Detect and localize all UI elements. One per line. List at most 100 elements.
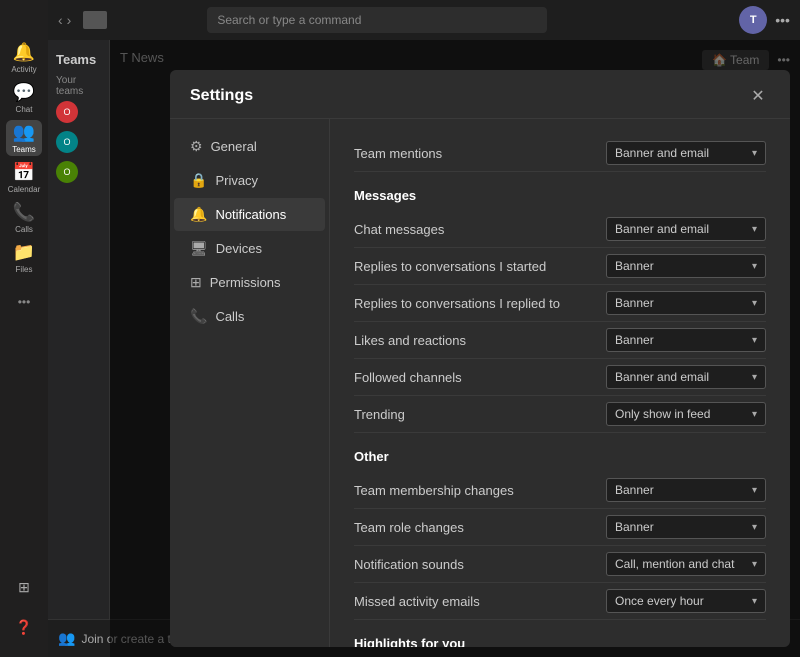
- select-value-missed-activity: Once every hour: [615, 594, 704, 608]
- setting-row-team-mentions: Team mentions Banner and email ▾: [354, 135, 766, 172]
- section-header-highlights: Highlights for you: [354, 636, 766, 647]
- nav-item-privacy[interactable]: 🔒 Privacy: [174, 164, 325, 197]
- setting-select-trending[interactable]: Only show in feed ▾: [606, 402, 766, 426]
- setting-label-trending: Trending: [354, 407, 405, 422]
- sidebar-icon-help[interactable]: ❓: [6, 609, 42, 645]
- section-header-other: Other: [354, 449, 766, 464]
- setting-row-replies-replied: Replies to conversations I replied to Ba…: [354, 285, 766, 322]
- setting-select-missed-activity[interactable]: Once every hour ▾: [606, 589, 766, 613]
- chevron-replies-started: ▾: [752, 261, 757, 272]
- setting-select-replies-started[interactable]: Banner ▾: [606, 254, 766, 278]
- setting-label-replies-replied: Replies to conversations I replied to: [354, 296, 560, 311]
- setting-row-team-role: Team role changes Banner ▾: [354, 509, 766, 546]
- user-avatar[interactable]: T: [739, 6, 767, 34]
- select-value-likes-reactions: Banner: [615, 333, 654, 347]
- app-sidebar: 🔔 Activity 💬 Chat 👥 Teams 📅 Calendar 📞 C…: [0, 0, 48, 657]
- main-area: Teams Your teams O O O 🏠 Team ••• T News: [48, 40, 800, 657]
- chevron-likes-reactions: ▾: [752, 335, 757, 346]
- content-area: 🏠 Team ••• T News ❤ 1 Settings ✕ ⚙: [110, 40, 800, 657]
- nav-label-devices: Devices: [216, 241, 262, 256]
- settings-content: Team mentions Banner and email ▾ Message…: [330, 119, 790, 647]
- permissions-icon: ⊞: [190, 274, 202, 291]
- nav-item-calls[interactable]: 📞 Calls: [174, 300, 325, 333]
- chevron-trending: ▾: [752, 409, 757, 420]
- setting-label-chat-messages: Chat messages: [354, 222, 444, 237]
- privacy-icon: 🔒: [190, 172, 207, 189]
- modal-header: Settings ✕: [170, 70, 790, 119]
- setting-select-team-mentions[interactable]: Banner and email ▾: [606, 141, 766, 165]
- notifications-icon: 🔔: [190, 206, 207, 223]
- chevron-chat-messages: ▾: [752, 224, 757, 235]
- teams-panel-title: Teams: [48, 48, 109, 71]
- setting-select-likes-reactions[interactable]: Banner ▾: [606, 328, 766, 352]
- teams-list: Your teams O O O: [48, 71, 109, 187]
- devices-icon: 🖥: [190, 240, 208, 257]
- select-value-replies-replied: Banner: [615, 296, 654, 310]
- team-avatar-2: O: [56, 131, 78, 153]
- setting-select-team-membership[interactable]: Banner ▾: [606, 478, 766, 502]
- topbar-right: T •••: [739, 6, 790, 34]
- setting-row-notification-sounds: Notification sounds Call, mention and ch…: [354, 546, 766, 583]
- setting-select-replies-replied[interactable]: Banner ▾: [606, 291, 766, 315]
- join-team-icon: 👥: [58, 630, 75, 647]
- close-button[interactable]: ✕: [746, 84, 770, 108]
- setting-row-missed-activity: Missed activity emails Once every hour ▾: [354, 583, 766, 620]
- setting-select-notification-sounds[interactable]: Call, mention and chat ▾: [606, 552, 766, 576]
- setting-label-followed-channels: Followed channels: [354, 370, 462, 385]
- back-arrow[interactable]: ‹: [58, 12, 63, 28]
- team-item-2[interactable]: O: [56, 131, 101, 153]
- sidebar-icon-calendar[interactable]: 📅 Calendar: [6, 160, 42, 196]
- nav-label-general: General: [211, 139, 257, 154]
- forward-arrow[interactable]: ›: [67, 12, 72, 28]
- calls-icon: 📞: [190, 308, 207, 325]
- select-value-team-mentions: Banner and email: [615, 146, 709, 160]
- chevron-team-membership: ▾: [752, 485, 757, 496]
- settings-nav: ⚙ General 🔒 Privacy 🔔 Notifications 🖥 De…: [170, 119, 330, 647]
- modal-body: ⚙ General 🔒 Privacy 🔔 Notifications 🖥 De…: [170, 119, 790, 647]
- setting-select-team-role[interactable]: Banner ▾: [606, 515, 766, 539]
- team-item-3[interactable]: O: [56, 161, 101, 183]
- setting-label-replies-started: Replies to conversations I started: [354, 259, 546, 274]
- nav-label-privacy: Privacy: [215, 173, 258, 188]
- nav-item-general[interactable]: ⚙ General: [174, 130, 325, 163]
- nav-label-permissions: Permissions: [210, 275, 281, 290]
- select-value-chat-messages: Banner and email: [615, 222, 709, 236]
- nav-item-permissions[interactable]: ⊞ Permissions: [174, 266, 325, 299]
- sidebar-icon-more[interactable]: •••: [6, 284, 42, 320]
- nav-item-devices[interactable]: 🖥 Devices: [174, 232, 325, 265]
- sidebar-icon-files[interactable]: 📁 Files: [6, 240, 42, 276]
- setting-select-followed-channels[interactable]: Banner and email ▾: [606, 365, 766, 389]
- search-placeholder: Search or type a command: [217, 13, 361, 27]
- setting-row-trending: Trending Only show in feed ▾: [354, 396, 766, 433]
- nav-arrows: ‹ ›: [58, 12, 71, 28]
- select-value-notification-sounds: Call, mention and chat: [615, 557, 734, 571]
- team-item-1[interactable]: O: [56, 101, 101, 123]
- chevron-followed-channels: ▾: [752, 372, 757, 383]
- setting-select-chat-messages[interactable]: Banner and email ▾: [606, 217, 766, 241]
- sidebar-icon-teams[interactable]: 👥 Teams: [6, 120, 42, 156]
- section-header-messages: Messages: [354, 188, 766, 203]
- chevron-replies-replied: ▾: [752, 298, 757, 309]
- general-icon: ⚙: [190, 138, 203, 155]
- more-options-icon[interactable]: •••: [775, 12, 790, 28]
- sidebar-icon-apps[interactable]: ⊞: [6, 569, 42, 605]
- setting-label-likes-reactions: Likes and reactions: [354, 333, 466, 348]
- new-window-icon[interactable]: [83, 11, 107, 29]
- topbar: ‹ › Search or type a command T •••: [48, 0, 800, 40]
- select-value-team-role: Banner: [615, 520, 654, 534]
- sidebar-icon-calls[interactable]: 📞 Calls: [6, 200, 42, 236]
- teams-panel: Teams Your teams O O O: [48, 40, 110, 657]
- setting-label-team-role: Team role changes: [354, 520, 464, 535]
- sidebar-icon-chat[interactable]: 💬 Chat: [6, 80, 42, 116]
- nav-label-notifications: Notifications: [215, 207, 286, 222]
- setting-row-chat-messages: Chat messages Banner and email ▾: [354, 211, 766, 248]
- select-value-team-membership: Banner: [615, 483, 654, 497]
- setting-row-replies-started: Replies to conversations I started Banne…: [354, 248, 766, 285]
- team-avatar-3: O: [56, 161, 78, 183]
- sidebar-bottom: ⊞ ❓: [6, 569, 42, 657]
- nav-item-notifications[interactable]: 🔔 Notifications: [174, 198, 325, 231]
- sidebar-icon-activity[interactable]: 🔔 Activity: [6, 40, 42, 76]
- chevron-missed-activity: ▾: [752, 596, 757, 607]
- search-bar[interactable]: Search or type a command: [207, 7, 547, 33]
- setting-label-team-mentions: Team mentions: [354, 146, 442, 161]
